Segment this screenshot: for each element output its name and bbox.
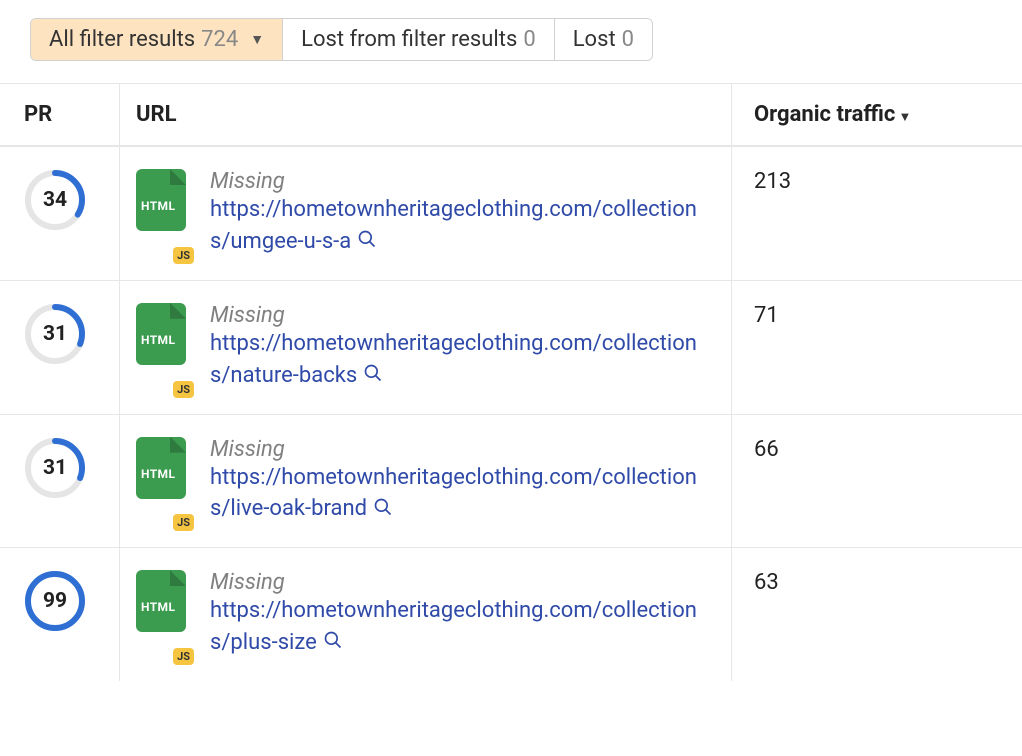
filter-tab-count: 724	[201, 27, 238, 52]
cell-url: HTML JS Missing https://hometownheritage…	[120, 548, 732, 681]
search-icon[interactable]	[323, 630, 343, 656]
filetype-icon: HTML JS	[136, 303, 188, 392]
filter-tab-count: 0	[622, 27, 634, 52]
cell-traffic: 213	[732, 147, 1022, 280]
title-missing-label: Missing	[210, 570, 700, 595]
filter-tab-label: Lost from filter results	[301, 27, 517, 52]
traffic-value: 66	[754, 437, 779, 462]
url-link[interactable]: https://hometownheritageclothing.com/col…	[210, 331, 697, 388]
cell-pr: 31	[0, 415, 120, 548]
js-badge: JS	[173, 247, 194, 264]
col-header-url[interactable]: URL	[120, 84, 732, 145]
html-icon: HTML	[136, 169, 186, 231]
pr-ring: 34	[24, 169, 86, 231]
table-row: 31 HTML JS Missing https://hometownherit…	[0, 414, 1022, 548]
cell-pr: 99	[0, 548, 120, 681]
pr-ring: 31	[24, 303, 86, 365]
pr-ring: 31	[24, 437, 86, 499]
html-icon: HTML	[136, 570, 186, 632]
js-badge: JS	[173, 648, 194, 665]
table-row: 99 HTML JS Missing https://hometownherit…	[0, 547, 1022, 681]
table-header: PR URL Organic traffic	[0, 83, 1022, 146]
js-badge: JS	[173, 381, 194, 398]
url-link[interactable]: https://hometownheritageclothing.com/col…	[210, 598, 697, 655]
filter-tab-2[interactable]: Lost 0	[555, 19, 652, 60]
filter-tab-label: All filter results	[49, 27, 195, 52]
filetype-icon: HTML JS	[136, 437, 188, 526]
pr-value: 31	[24, 303, 86, 365]
table-row: 34 HTML JS Missing https://hometownherit…	[0, 146, 1022, 280]
traffic-value: 213	[754, 169, 791, 194]
title-missing-label: Missing	[210, 303, 700, 328]
cell-traffic: 66	[732, 415, 1022, 548]
cell-url: HTML JS Missing https://hometownheritage…	[120, 147, 732, 280]
chevron-down-icon: ▼	[250, 31, 264, 48]
cell-pr: 31	[0, 281, 120, 414]
col-header-traffic[interactable]: Organic traffic	[732, 84, 1022, 145]
pr-ring: 99	[24, 570, 86, 632]
filter-tabs: All filter results 724 ▼ Lost from filter …	[30, 18, 653, 61]
filter-tab-count: 0	[523, 27, 535, 52]
title-missing-label: Missing	[210, 169, 700, 194]
table-row: 31 HTML JS Missing https://hometownherit…	[0, 280, 1022, 414]
traffic-value: 63	[754, 570, 779, 595]
filetype-icon: HTML JS	[136, 169, 188, 258]
cell-pr: 34	[0, 147, 120, 280]
pr-value: 34	[24, 169, 86, 231]
search-icon[interactable]	[373, 497, 393, 523]
title-missing-label: Missing	[210, 437, 700, 462]
filter-tab-0[interactable]: All filter results 724 ▼	[31, 19, 283, 60]
filter-tab-label: Lost	[573, 27, 616, 52]
traffic-value: 71	[754, 303, 779, 328]
filter-tab-1[interactable]: Lost from filter results 0	[283, 19, 555, 60]
pr-value: 31	[24, 437, 86, 499]
filetype-icon: HTML JS	[136, 570, 188, 659]
html-icon: HTML	[136, 303, 186, 365]
js-badge: JS	[173, 514, 194, 531]
results-table: PR URL Organic traffic 34 HTML JS Missin…	[0, 83, 1022, 681]
search-icon[interactable]	[357, 229, 377, 255]
html-icon: HTML	[136, 437, 186, 499]
cell-url: HTML JS Missing https://hometownheritage…	[120, 281, 732, 414]
cell-url: HTML JS Missing https://hometownheritage…	[120, 415, 732, 548]
cell-traffic: 63	[732, 548, 1022, 681]
pr-value: 99	[24, 570, 86, 632]
search-icon[interactable]	[363, 363, 383, 389]
col-header-pr[interactable]: PR	[0, 84, 120, 145]
cell-traffic: 71	[732, 281, 1022, 414]
url-link[interactable]: https://hometownheritageclothing.com/col…	[210, 465, 697, 522]
url-link[interactable]: https://hometownheritageclothing.com/col…	[210, 197, 697, 254]
